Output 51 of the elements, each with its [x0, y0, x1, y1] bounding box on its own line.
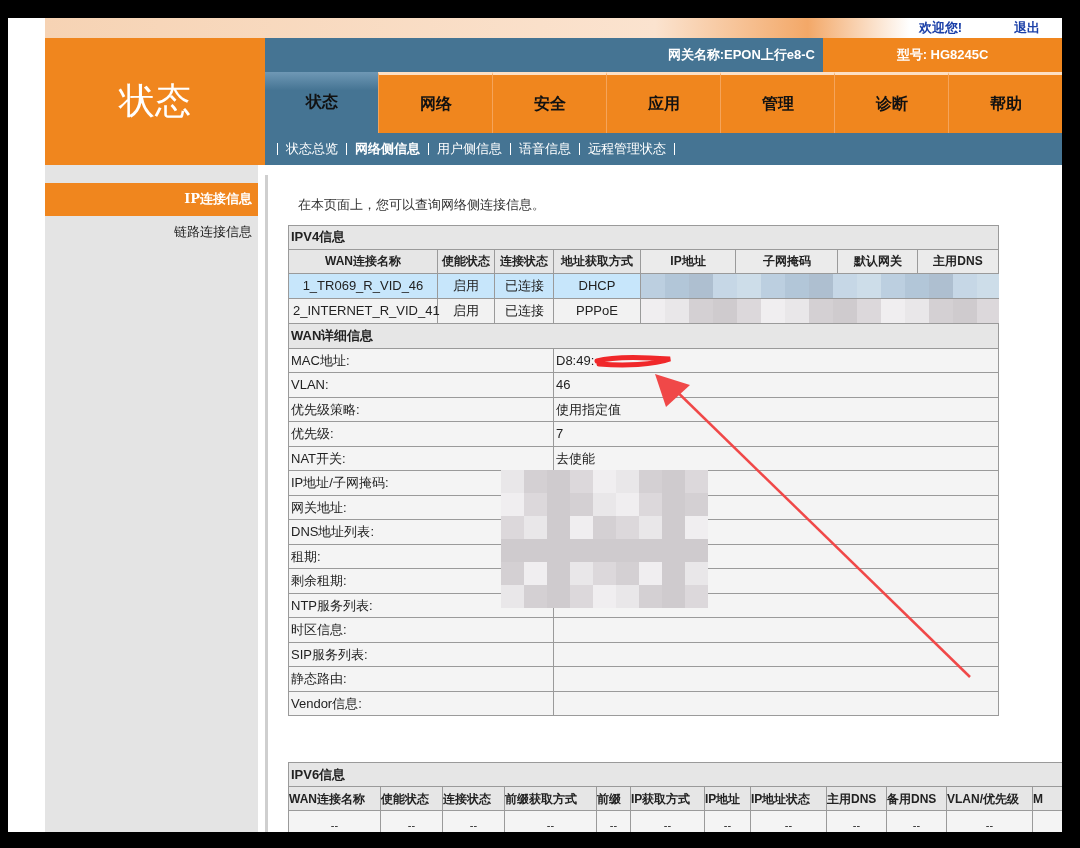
table-cell: 1_TR069_R_VID_46 [288, 273, 438, 298]
detail-label: 优先级策略: [288, 397, 554, 422]
detail-label: VLAN: [288, 372, 554, 397]
nav-tab[interactable]: 应用 [606, 71, 720, 133]
intro-text: 在本页面上，您可以查询网络侧连接信息。 [297, 195, 546, 214]
detail-value: 使用指定值 [556, 401, 621, 417]
subnav-link[interactable]: 状态总览 [286, 138, 338, 159]
table-cell: 启用 [437, 298, 495, 323]
detail-value: 去使能 [556, 450, 595, 466]
model-text: 型号: HG8245C [896, 45, 989, 64]
column-header: 子网掩码 [735, 249, 838, 273]
detail-value: D8:49: [556, 352, 595, 368]
subnav-link[interactable]: 用户侧信息 [437, 138, 502, 159]
subnav-link[interactable]: 远程管理状态 [588, 138, 666, 159]
table-cell: PPPoE [553, 298, 641, 323]
table-cell: 已连接 [494, 273, 554, 298]
nav-tab[interactable]: 管理 [720, 71, 834, 133]
detail-value: 7 [556, 426, 564, 441]
table-row[interactable]: 2_INTERNET_R_VID_41 启用 已连接 PPPoE [288, 298, 999, 323]
sidebar-item[interactable]: 链路连接信息 [45, 215, 258, 249]
detail-label: 静态路由: [288, 666, 554, 691]
table-cell: 已连接 [494, 298, 554, 323]
section-header: IPV4信息 [288, 225, 999, 249]
section-header: IPV6信息 [288, 762, 1062, 787]
subnav-link[interactable]: 网络侧信息 [355, 138, 420, 159]
table-cell: 启用 [437, 273, 495, 298]
table-cell: -- [288, 810, 381, 832]
section-header: WAN详细信息 [288, 323, 999, 348]
detail-label: Vendor信息: [288, 691, 554, 716]
table-cell: DHCP [553, 273, 641, 298]
detail-label: 优先级: [288, 421, 554, 446]
detail-label: MAC地址: [288, 348, 554, 373]
table-row[interactable]: 1_TR069_R_VID_46 启用 已连接 DHCP [288, 273, 999, 298]
logout-link[interactable]: 退出 [1014, 18, 1040, 38]
column-header: 前缀获取方式 [504, 786, 597, 811]
gateway-name: 网关名称:EPON上行e8-C [667, 45, 815, 64]
detail-label: 时区信息: [288, 617, 554, 642]
column-header: WAN连接名称 [288, 786, 381, 811]
column-header: IP地址 [640, 249, 736, 273]
nav-tab[interactable]: 网络 [378, 71, 492, 133]
table-cell: 2_INTERNET_R_VID_41 [288, 298, 438, 323]
nav-tab[interactable]: 帮助 [948, 71, 1062, 133]
nav-tab[interactable]: 安全 [492, 71, 606, 133]
detail-value: 46 [556, 377, 571, 392]
nav-tab[interactable]: 诊断 [834, 71, 948, 133]
welcome-text: 欢迎您! [918, 19, 962, 37]
column-header: VLAN/优先级 [946, 786, 1033, 811]
subnav-link[interactable]: 语音信息 [519, 138, 571, 159]
detail-label: SIP服务列表: [288, 642, 554, 667]
column-header: WAN连接名称 [288, 249, 438, 273]
page-title: 状态 [119, 79, 191, 123]
